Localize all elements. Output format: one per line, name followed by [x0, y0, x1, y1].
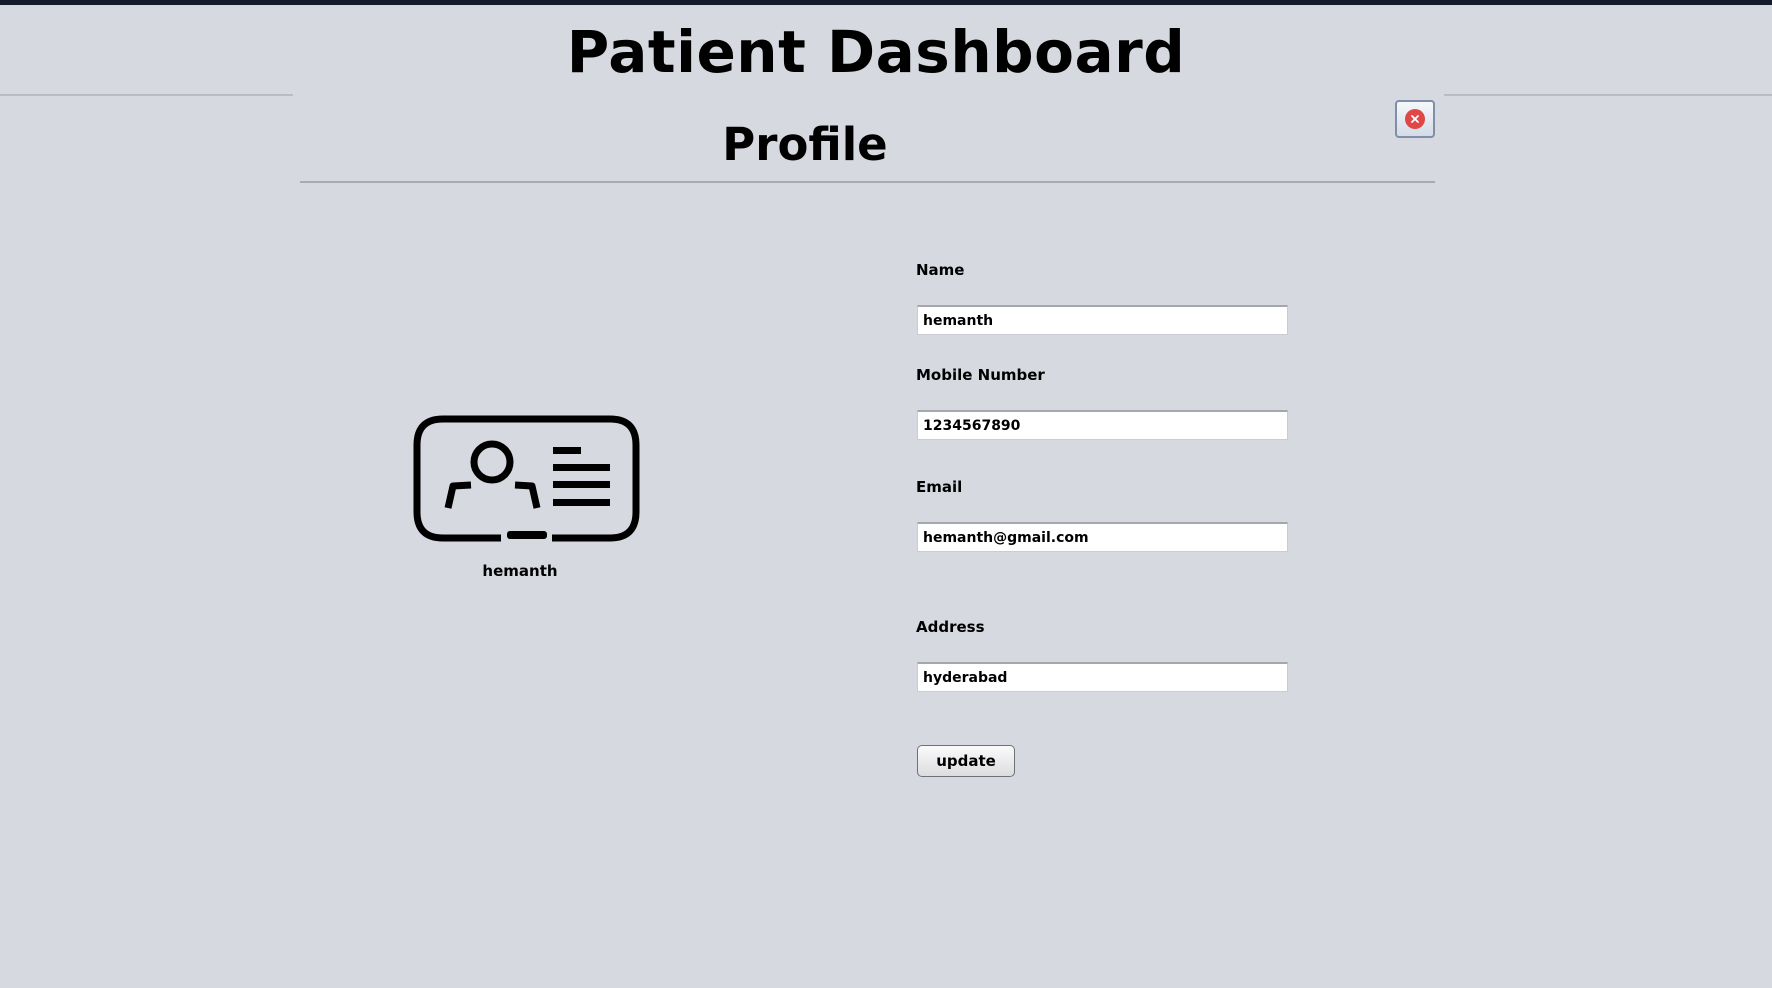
id-card-icon — [413, 415, 640, 542]
close-icon — [1405, 109, 1425, 129]
mobile-number-field[interactable] — [917, 410, 1288, 440]
mobile-number-label: Mobile Number — [916, 366, 1045, 384]
page-title: Patient Dashboard — [566, 18, 1186, 86]
email-label: Email — [916, 478, 963, 496]
header-divider-left — [0, 94, 293, 96]
profile-heading: Profile — [722, 118, 888, 171]
header-divider-right — [1444, 94, 1772, 96]
name-label: Name — [916, 261, 965, 279]
name-field[interactable] — [917, 305, 1288, 335]
address-label: Address — [916, 618, 985, 636]
update-button[interactable]: update — [917, 745, 1015, 777]
profile-display-name: hemanth — [482, 562, 558, 580]
window-top-bar — [0, 0, 1772, 5]
email-field[interactable] — [917, 522, 1288, 552]
address-field[interactable] — [917, 662, 1288, 692]
profile-divider — [300, 181, 1435, 183]
close-button[interactable] — [1395, 100, 1435, 138]
